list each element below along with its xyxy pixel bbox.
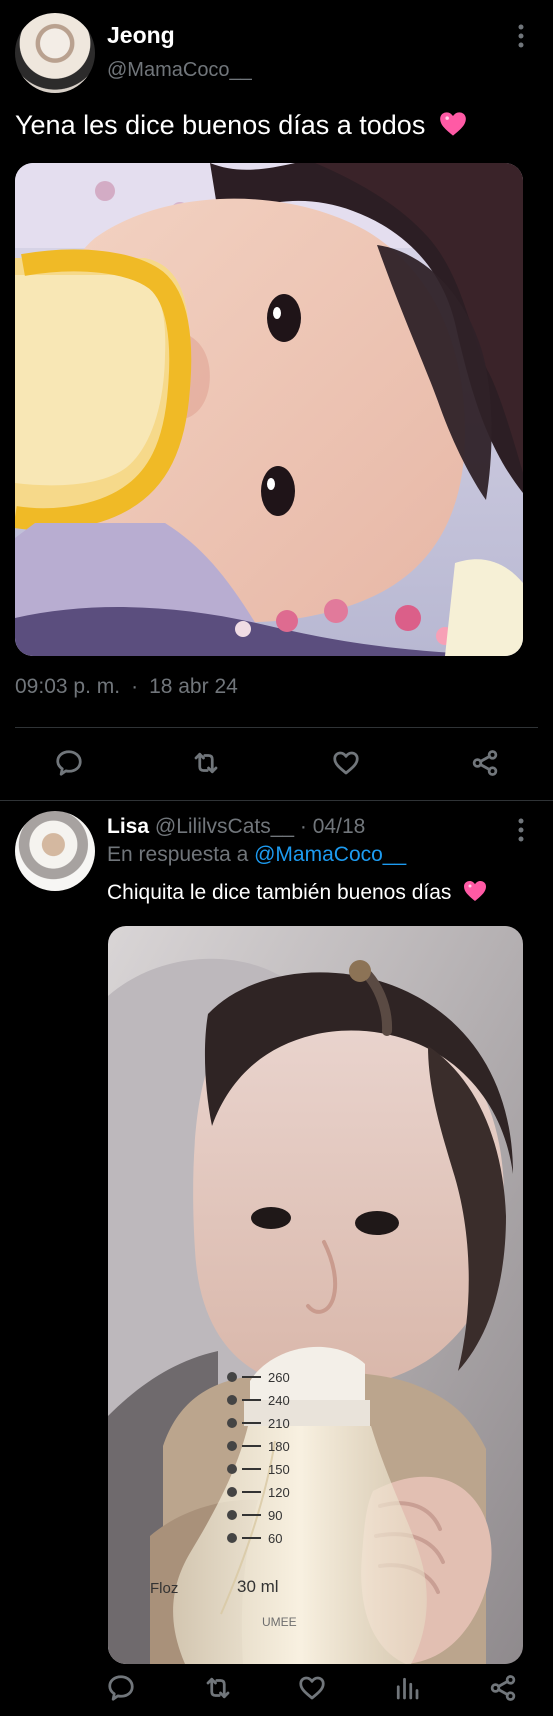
bottle-mark-label: 180 bbox=[268, 1439, 290, 1454]
reply-context: En respuesta a @MamaCoco__ bbox=[107, 843, 406, 867]
bottle-mark-dot bbox=[227, 1372, 237, 1382]
bottle-mark-dot bbox=[227, 1395, 237, 1405]
bottle-mark-label: 90 bbox=[268, 1508, 282, 1523]
bottle-mark-label: 120 bbox=[268, 1485, 290, 1500]
reply-post-text-content: Chiquita le dice también buenos días bbox=[107, 881, 452, 904]
bottle-mark-label: 210 bbox=[268, 1416, 290, 1431]
main-date: 18 abr 24 bbox=[149, 675, 238, 698]
reply-icon[interactable] bbox=[48, 742, 90, 784]
bottle-mark-dot bbox=[227, 1487, 237, 1497]
repost-icon[interactable] bbox=[185, 742, 227, 784]
like-icon[interactable] bbox=[325, 742, 367, 784]
reply-post-photo[interactable]: Floz 30 ml UMEE 260 240 210 180 150 120 90 60 bbox=[108, 926, 523, 1664]
bottle-unit-label: Floz bbox=[150, 1580, 178, 1597]
timestamp-separator: · bbox=[131, 675, 139, 698]
baby-photo-2: Floz 30 ml UMEE 260 240 210 180 150 120 90 60 bbox=[108, 926, 523, 1664]
main-timestamp: 09:03 p. m. · 18 abr 24 bbox=[15, 675, 238, 699]
bottle-mark-label: 260 bbox=[268, 1370, 290, 1385]
reply-handle[interactable]: @LililvsCats__ bbox=[155, 815, 294, 838]
thread-divider bbox=[0, 800, 553, 801]
sparkling-heart-icon bbox=[464, 881, 487, 901]
main-avatar[interactable] bbox=[15, 13, 95, 93]
main-post-text-content: Yena les dice buenos días a todos bbox=[15, 110, 426, 140]
main-time: 09:03 p. m. bbox=[15, 675, 121, 698]
reply-display-name[interactable]: Lisa bbox=[107, 815, 149, 838]
reply-meta: Lisa @LililvsCats__ · 04/18 bbox=[107, 815, 365, 839]
reply-mention-link[interactable]: @MamaCoco__ bbox=[254, 843, 406, 866]
reply-share-icon[interactable] bbox=[482, 1667, 524, 1709]
sparkling-heart-icon bbox=[440, 112, 466, 136]
main-post-text: Yena les dice buenos días a todos bbox=[15, 110, 467, 141]
baby-photo-1 bbox=[15, 163, 523, 656]
main-handle[interactable]: @MamaCoco__ bbox=[107, 59, 252, 82]
reply-avatar[interactable] bbox=[15, 811, 95, 891]
bottle-mark-dot bbox=[227, 1510, 237, 1520]
bottle-mark-label: 240 bbox=[268, 1393, 290, 1408]
main-post-divider bbox=[15, 727, 538, 728]
bottle-mark-label: 150 bbox=[268, 1462, 290, 1477]
bottle-mark-dot bbox=[227, 1418, 237, 1428]
reply-reply-icon[interactable] bbox=[100, 1667, 142, 1709]
more-vertical-icon[interactable] bbox=[509, 21, 533, 51]
bottle-mark-dot bbox=[227, 1533, 237, 1543]
main-post-photo[interactable] bbox=[15, 163, 523, 656]
main-display-name[interactable]: Jeong bbox=[107, 22, 175, 49]
share-icon[interactable] bbox=[464, 742, 506, 784]
reply-date: · 04/18 bbox=[299, 815, 366, 838]
reply-post-text: Chiquita le dice también buenos días bbox=[107, 880, 487, 905]
bottle-brand-label: UMEE bbox=[262, 1615, 297, 1629]
views-icon[interactable] bbox=[386, 1667, 428, 1709]
bottle-ml-label: 30 ml bbox=[237, 1577, 279, 1596]
reply-repost-icon[interactable] bbox=[197, 1667, 239, 1709]
reply-like-icon[interactable] bbox=[291, 1667, 333, 1709]
bottle-mark-label: 60 bbox=[268, 1531, 282, 1546]
bottle-mark-dot bbox=[227, 1441, 237, 1451]
reply-prefix: En respuesta a bbox=[107, 843, 249, 866]
reply-more-vertical-icon[interactable] bbox=[509, 815, 533, 845]
bottle-mark-dot bbox=[227, 1464, 237, 1474]
